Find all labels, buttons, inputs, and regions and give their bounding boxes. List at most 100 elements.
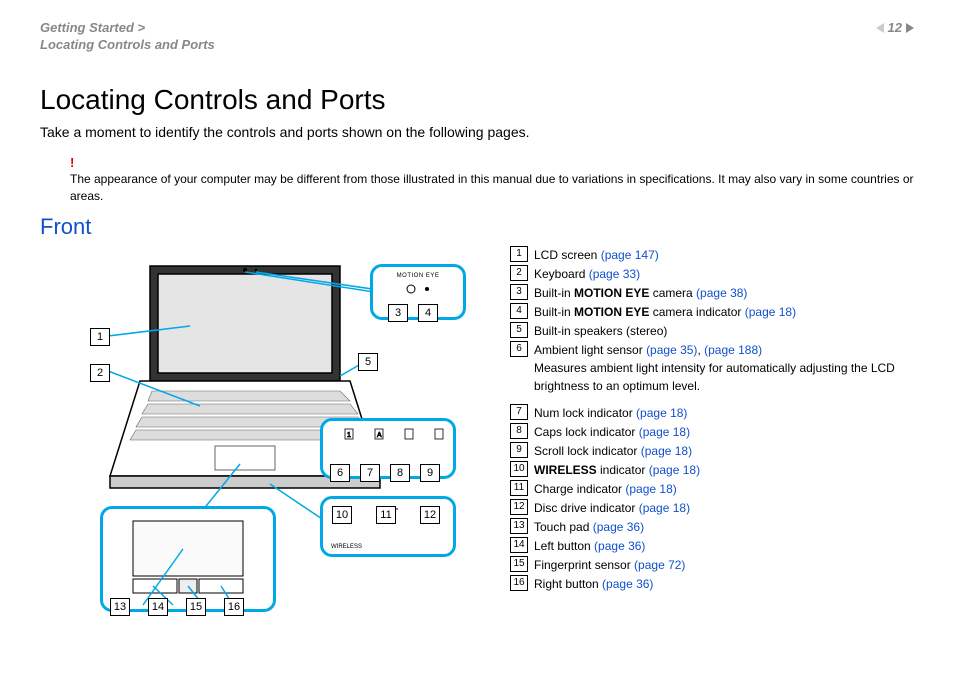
callout-5: 5	[358, 353, 378, 371]
legend-number: 4	[510, 303, 528, 319]
page-link[interactable]: (page 72)	[634, 558, 685, 572]
legend-item: 7 Num lock indicator (page 18)	[510, 404, 914, 422]
next-page-icon[interactable]	[906, 23, 914, 33]
legend-label: Left button (page 36)	[534, 537, 914, 555]
page-link[interactable]: (page 18)	[641, 444, 692, 458]
page-nav: 12	[876, 20, 914, 35]
legend-label: Ambient light sensor (page 35), (page 18…	[534, 341, 914, 395]
legend-extra: Measures ambient light intensity for aut…	[534, 359, 914, 395]
laptop-figure: MOTION EYE 3 4 1 2 5 1 A	[40, 246, 480, 626]
legend-label: Charge indicator (page 18)	[534, 480, 914, 498]
callout-12: 12	[420, 506, 440, 524]
callout-4: 4	[418, 304, 438, 322]
warning-icon: !	[70, 155, 74, 170]
legend-label: Scroll lock indicator (page 18)	[534, 442, 914, 460]
page-link[interactable]: (page 36)	[593, 520, 644, 534]
legend-label: Touch pad (page 36)	[534, 518, 914, 536]
legend-item: 3 Built-in MOTION EYE camera (page 38)	[510, 284, 914, 302]
breadcrumb-line1: Getting Started >	[40, 20, 215, 37]
legend-label: Right button (page 36)	[534, 575, 914, 593]
prev-page-icon[interactable]	[876, 23, 884, 33]
legend-label: Built-in MOTION EYE camera (page 38)	[534, 284, 914, 302]
intro-text: Take a moment to identify the controls a…	[40, 124, 914, 140]
legend-number: 7	[510, 404, 528, 420]
callout-7: 7	[360, 464, 380, 482]
page-link[interactable]: (page 18)	[625, 482, 676, 496]
page-link[interactable]: (page 35)	[646, 343, 697, 357]
legend-label: Caps lock indicator (page 18)	[534, 423, 914, 441]
legend-list: 1 LCD screen (page 147) 2 Keyboard (page 33…	[510, 246, 914, 594]
legend-item: 12 Disc drive indicator (page 18)	[510, 499, 914, 517]
page-link[interactable]: (page 18)	[639, 425, 690, 439]
legend-label: Built-in speakers (stereo)	[534, 322, 914, 340]
legend-label: LCD screen (page 147)	[534, 246, 914, 264]
section-heading: Front	[40, 214, 914, 240]
page-link[interactable]: (page 18)	[649, 463, 700, 477]
callout-2: 2	[90, 364, 110, 382]
legend-item: 2 Keyboard (page 33)	[510, 265, 914, 283]
callout-6: 6	[330, 464, 350, 482]
legend-item: 4Built-in MOTION EYE camera indicator (p…	[510, 303, 914, 321]
page-title: Locating Controls and Ports	[40, 84, 914, 116]
breadcrumb: Getting Started > Locating Controls and …	[40, 20, 215, 54]
page-link[interactable]: (page 36)	[602, 577, 653, 591]
callout-13: 13	[110, 598, 130, 616]
callout-14: 14	[148, 598, 168, 616]
legend-number: 1	[510, 246, 528, 262]
callout-16: 16	[224, 598, 244, 616]
page-link[interactable]: (page 18)	[639, 501, 690, 515]
legend-number: 2	[510, 265, 528, 281]
legend-label: Num lock indicator (page 18)	[534, 404, 914, 422]
legend-label: Keyboard (page 33)	[534, 265, 914, 283]
legend-item: 10 WIRELESS indicator (page 18)	[510, 461, 914, 479]
svg-text:1: 1	[347, 432, 351, 439]
callout-1: 1	[90, 328, 110, 346]
breadcrumb-line2: Locating Controls and Ports	[40, 37, 215, 54]
callout-10: 10	[332, 506, 352, 524]
legend-item: 14 Left button (page 36)	[510, 537, 914, 555]
legend-item: 15 Fingerprint sensor (page 72)	[510, 556, 914, 574]
legend-item: 6 Ambient light sensor (page 35), (page 1…	[510, 341, 914, 395]
page-link[interactable]: (page 36)	[594, 539, 645, 553]
page-link[interactable]: (page 18)	[636, 406, 687, 420]
note-block: ! The appearance of your computer may be…	[70, 154, 914, 204]
legend-item: 13 Touch pad (page 36)	[510, 518, 914, 536]
legend-number: 13	[510, 518, 528, 534]
svg-text:A: A	[377, 432, 382, 439]
legend-number: 6	[510, 341, 528, 357]
callout-11: 11	[376, 506, 396, 524]
callout-15: 15	[186, 598, 206, 616]
legend-number: 12	[510, 499, 528, 515]
page-header: Getting Started > Locating Controls and …	[40, 20, 914, 54]
legend-item: 11 Charge indicator (page 18)	[510, 480, 914, 498]
legend-number: 16	[510, 575, 528, 591]
page-link[interactable]: (page 147)	[601, 248, 659, 262]
legend-number: 5	[510, 322, 528, 338]
legend-item: 16 Right button (page 36)	[510, 575, 914, 593]
callout-3: 3	[388, 304, 408, 322]
legend-number: 10	[510, 461, 528, 477]
page-number: 12	[888, 20, 902, 35]
inset-touchpad	[100, 506, 276, 612]
page-link[interactable]: (page 18)	[745, 305, 796, 319]
legend-number: 8	[510, 423, 528, 439]
page-link[interactable]: (page 33)	[589, 267, 640, 281]
wireless-label: WIRELESS	[331, 544, 362, 550]
note-text: The appearance of your computer may be d…	[70, 172, 914, 202]
legend-label: Disc drive indicator (page 18)	[534, 499, 914, 517]
legend-item: 5 Built-in speakers (stereo)	[510, 322, 914, 340]
legend-label: WIRELESS indicator (page 18)	[534, 461, 914, 479]
legend-item: 9 Scroll lock indicator (page 18)	[510, 442, 914, 460]
legend-number: 15	[510, 556, 528, 572]
legend-number: 11	[510, 480, 528, 496]
legend-label: Fingerprint sensor (page 72)	[534, 556, 914, 574]
legend-item: 8 Caps lock indicator (page 18)	[510, 423, 914, 441]
callout-9: 9	[420, 464, 440, 482]
legend-number: 9	[510, 442, 528, 458]
page-link[interactable]: (page 188)	[704, 343, 762, 357]
legend-number: 14	[510, 537, 528, 553]
page-link[interactable]: (page 38)	[696, 286, 747, 300]
callout-8: 8	[390, 464, 410, 482]
legend-item: 1 LCD screen (page 147)	[510, 246, 914, 264]
legend-number: 3	[510, 284, 528, 300]
